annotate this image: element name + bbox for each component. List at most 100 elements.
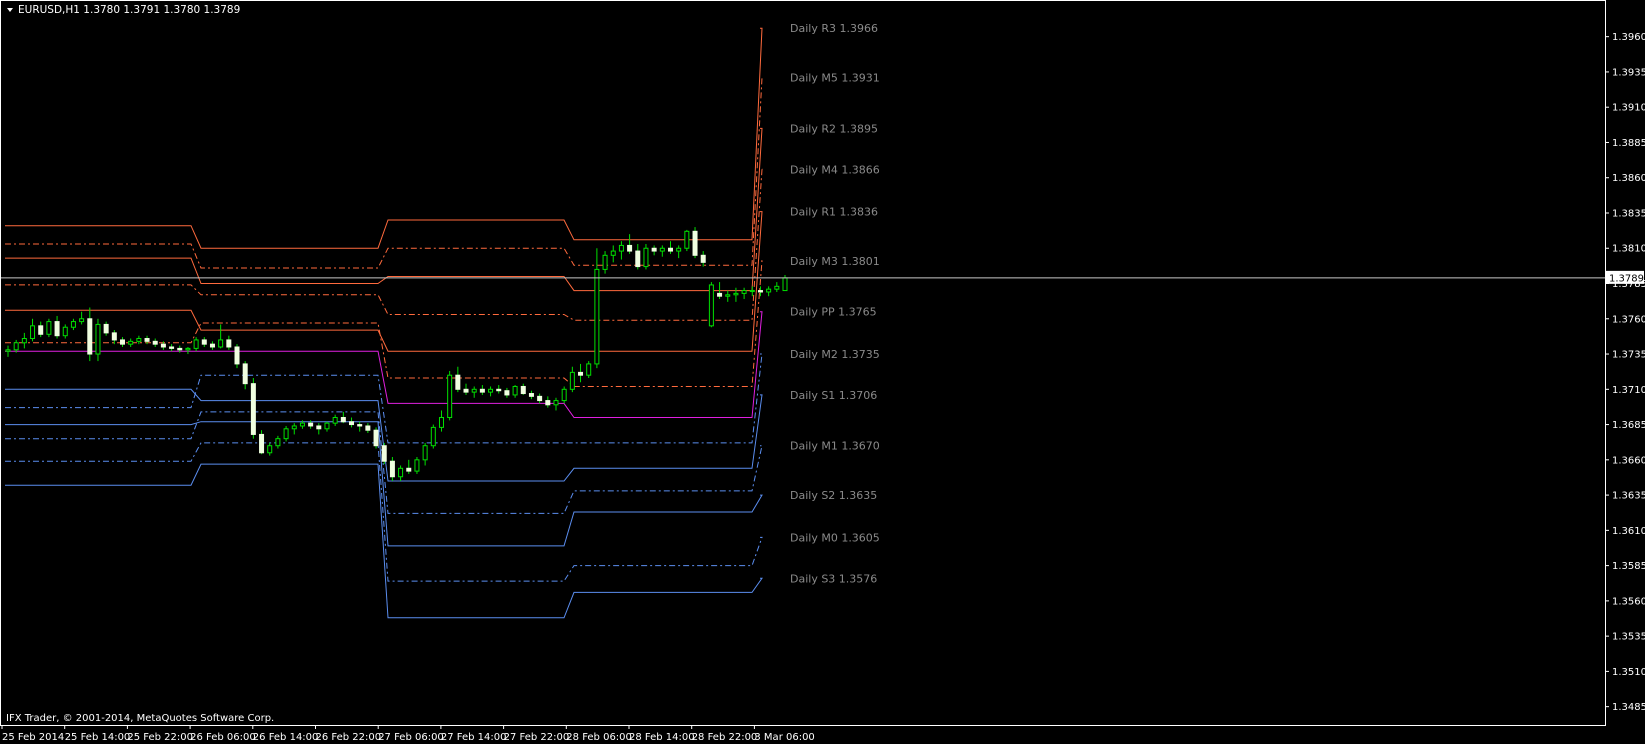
candle-body	[38, 325, 44, 335]
candle-body	[749, 290, 755, 293]
candle-body	[504, 390, 510, 396]
x-tick-label: 25 Feb 14:00	[65, 732, 131, 743]
candle-body	[774, 285, 780, 290]
candle-body	[242, 363, 248, 385]
candle-body	[152, 340, 158, 345]
candle-body	[438, 417, 444, 428]
candle-body	[455, 374, 461, 390]
candle-body	[373, 429, 379, 447]
candle-body	[610, 250, 616, 256]
y-tick-label: 1.3810	[1612, 244, 1645, 255]
candle-body	[193, 339, 199, 349]
x-tick-label: 3 Mar 06:00	[754, 732, 814, 743]
candle-body	[569, 371, 575, 390]
candle-body	[561, 388, 567, 402]
candle-body	[357, 424, 363, 427]
x-tick-label: 27 Feb 22:00	[504, 732, 570, 743]
candle-body	[275, 438, 281, 447]
y-tick-label: 1.3610	[1612, 526, 1645, 537]
candle-body	[259, 433, 265, 454]
x-tick-label: 27 Feb 06:00	[378, 732, 444, 743]
y-tick-label: 1.3735	[1612, 350, 1645, 361]
candle-body	[414, 459, 420, 472]
candle-body	[365, 425, 371, 431]
x-tick-label: 26 Feb 06:00	[190, 732, 256, 743]
candle-body	[70, 321, 76, 328]
y-tick-label: 1.3660	[1612, 455, 1645, 466]
x-tick-label: 26 Feb 22:00	[316, 732, 382, 743]
candle-body	[136, 338, 142, 342]
candle-body	[463, 388, 469, 393]
candle-body	[283, 428, 289, 440]
candle-body	[733, 292, 739, 296]
candle-body	[471, 388, 477, 393]
symbol-header: EURUSD,H1 1.3780 1.3791 1.3780 1.3789	[18, 4, 240, 16]
y-tick-label: 1.3510	[1612, 667, 1645, 678]
candle-body	[87, 318, 93, 355]
candle-body	[308, 422, 314, 427]
candle-body	[226, 339, 232, 348]
candle-body	[659, 247, 665, 252]
candle-body	[496, 388, 502, 392]
y-tick-label: 1.3560	[1612, 596, 1645, 607]
candle-body	[528, 393, 534, 397]
candle-body	[128, 340, 134, 345]
level-label-s2: Daily S2 1.3635	[790, 489, 877, 502]
level-label-s1: Daily S1 1.3706	[790, 389, 877, 402]
candle-body	[250, 383, 256, 435]
candle-body	[766, 288, 772, 293]
candle-body	[267, 445, 273, 454]
y-tick-label: 1.3885	[1612, 138, 1645, 149]
level-label-m4: Daily M4 1.3866	[790, 163, 880, 176]
candle-body	[54, 321, 60, 337]
candle-body	[578, 371, 584, 376]
y-tick-label: 1.3685	[1612, 420, 1645, 431]
y-tick-label: 1.3910	[1612, 103, 1645, 114]
level-label-m1: Daily M1 1.3670	[790, 440, 880, 453]
level-label-m5: Daily M5 1.3931	[790, 72, 880, 85]
candle-body	[185, 347, 191, 351]
y-tick-label: 1.3535	[1612, 632, 1645, 643]
candle-body	[332, 417, 338, 424]
candle-body	[5, 349, 11, 352]
candle-body	[120, 339, 126, 345]
candle-body	[62, 326, 68, 337]
candle-body	[234, 346, 240, 365]
candle-body	[381, 445, 387, 462]
candle-body	[692, 230, 698, 256]
candle-body	[144, 338, 150, 342]
candle-body	[218, 339, 224, 348]
level-label-r1: Daily R1 1.3836	[790, 206, 878, 219]
candle-body	[520, 385, 526, 395]
y-tick-label: 1.3585	[1612, 561, 1645, 572]
candle-body	[717, 292, 723, 297]
candle-body	[160, 343, 166, 348]
x-tick-label: 27 Feb 14:00	[441, 732, 507, 743]
candle-body	[111, 332, 117, 341]
candle-body	[103, 323, 109, 334]
candle-body	[651, 247, 657, 252]
price-chart[interactable]: Daily R3 1.3966 Daily M5 1.3931 Daily R2 1…	[0, 0, 1645, 744]
candle-body	[201, 339, 207, 345]
candle-body	[430, 426, 436, 447]
x-tick-label: 25 Feb 2014	[2, 732, 64, 743]
x-tick-label: 28 Feb 22:00	[692, 732, 758, 743]
candle-body	[545, 400, 551, 406]
candle-body	[700, 254, 706, 263]
candle-body	[594, 268, 600, 365]
candle-body	[79, 318, 85, 323]
y-tick-label: 1.3860	[1612, 173, 1645, 184]
candle-body	[602, 254, 608, 270]
y-tick-label: 1.3935	[1612, 67, 1645, 78]
level-label-m3: Daily M3 1.3801	[790, 255, 880, 268]
x-tick-label: 26 Feb 14:00	[253, 732, 319, 743]
candle-body	[169, 346, 175, 349]
y-tick-label: 1.3635	[1612, 491, 1645, 502]
level-label-pp: Daily PP 1.3765	[790, 306, 877, 319]
level-label-r2: Daily R2 1.3895	[790, 122, 878, 135]
candle-body	[21, 338, 27, 344]
candle-body	[635, 250, 641, 268]
candle-body	[299, 422, 305, 427]
candle-body	[586, 363, 592, 376]
candle-body	[13, 342, 19, 351]
